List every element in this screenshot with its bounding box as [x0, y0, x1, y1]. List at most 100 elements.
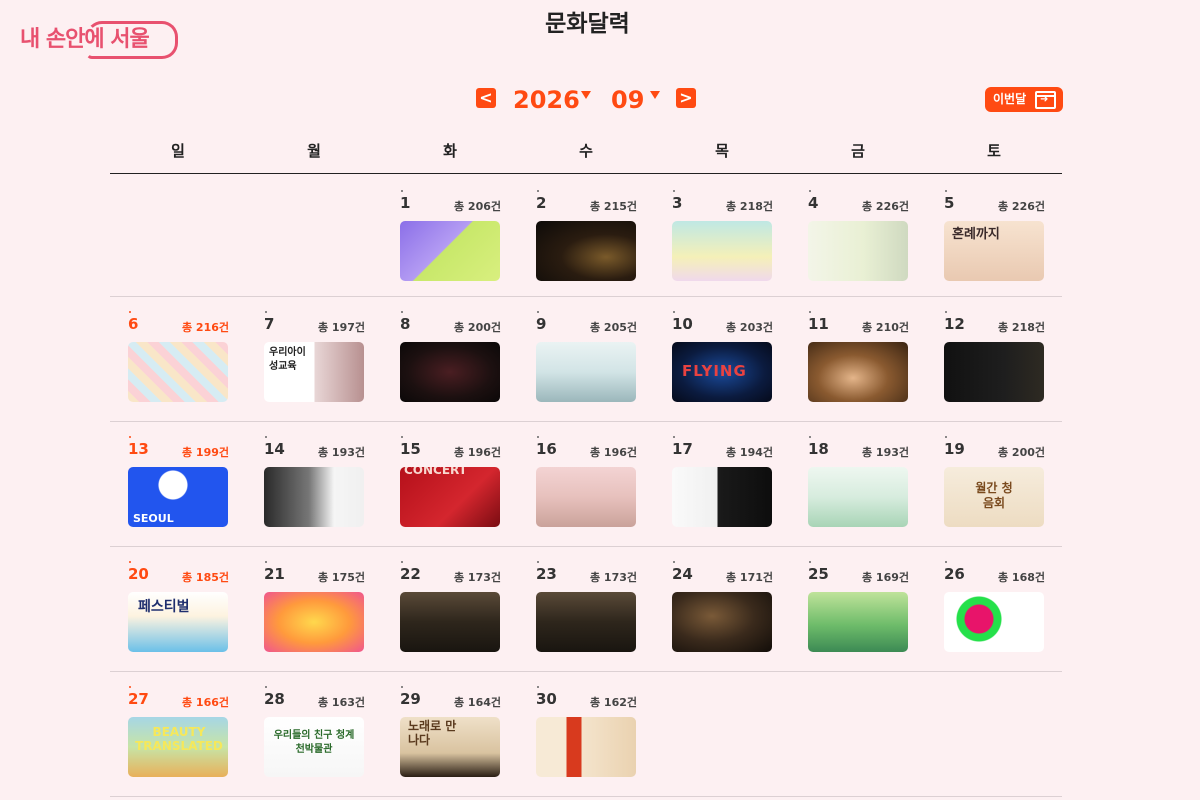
event-thumbnail[interactable]: 노래로 만나다: [400, 717, 500, 777]
calendar-day-13[interactable]: 13 총 199건 SEOUL: [110, 422, 246, 546]
calendar-day-16[interactable]: 16 총 196건: [518, 422, 654, 546]
event-thumbnail[interactable]: FLYING: [672, 342, 772, 402]
event-thumbnail[interactable]: [536, 592, 636, 652]
event-thumbnail[interactable]: 우리아이 성교육: [264, 342, 364, 402]
event-count[interactable]: 총 162건: [590, 694, 637, 710]
calendar-day-14[interactable]: 14 총 193건: [246, 422, 382, 546]
event-count[interactable]: 총 169건: [862, 569, 909, 585]
event-thumbnail[interactable]: [808, 592, 908, 652]
calendar-day-8[interactable]: 8 총 200건: [382, 297, 518, 421]
event-count[interactable]: 총 166건: [182, 694, 229, 710]
calendar-day-11[interactable]: 11 총 210건: [790, 297, 926, 421]
calendar-empty-cell: [790, 672, 926, 796]
event-thumbnail[interactable]: [400, 592, 500, 652]
event-thumbnail[interactable]: [400, 342, 500, 402]
event-thumbnail[interactable]: [128, 342, 228, 402]
event-thumbnail[interactable]: [672, 221, 772, 281]
event-count[interactable]: 총 200건: [998, 444, 1045, 460]
month-navigator: < 2026 09 >: [476, 86, 706, 116]
event-count[interactable]: 총 215건: [590, 198, 637, 214]
event-thumbnail[interactable]: 월간 청음회: [944, 467, 1044, 527]
event-count[interactable]: 총 173건: [590, 569, 637, 585]
calendar-day-24[interactable]: 24 총 171건: [654, 547, 790, 671]
calendar-day-5[interactable]: 5 총 226건 혼례까지: [926, 176, 1062, 296]
calendar-day-22[interactable]: 22 총 173건: [382, 547, 518, 671]
event-count[interactable]: 총 226건: [998, 198, 1045, 214]
calendar-day-3[interactable]: 3 총 218건: [654, 176, 790, 296]
calendar-day-30[interactable]: 30 총 162건: [518, 672, 654, 796]
calendar-day-20[interactable]: 20 총 185건 페스티벌: [110, 547, 246, 671]
calendar-day-28[interactable]: 28 총 163건 우리들의 친구 청계천박물관: [246, 672, 382, 796]
event-thumbnail[interactable]: [672, 592, 772, 652]
event-count[interactable]: 총 210건: [862, 319, 909, 335]
calendar-day-15[interactable]: 15 총 196건 CONCERT: [382, 422, 518, 546]
calendar-day-26[interactable]: 26 총 168건: [926, 547, 1062, 671]
event-thumbnail[interactable]: [536, 221, 636, 281]
event-count[interactable]: 총 185건: [182, 569, 229, 585]
calendar-day-17[interactable]: 17 총 194건: [654, 422, 790, 546]
event-count[interactable]: 총 194건: [726, 444, 773, 460]
event-thumbnail[interactable]: [264, 592, 364, 652]
event-count[interactable]: 총 197건: [318, 319, 365, 335]
month-dropdown-caret-icon[interactable]: [650, 91, 660, 99]
event-count[interactable]: 총 171건: [726, 569, 773, 585]
event-thumbnail[interactable]: [264, 467, 364, 527]
event-thumbnail[interactable]: [944, 342, 1044, 402]
this-month-button[interactable]: 이번달: [985, 87, 1063, 112]
event-thumbnail[interactable]: [536, 717, 636, 777]
event-thumbnail[interactable]: [536, 467, 636, 527]
event-count[interactable]: 총 205건: [590, 319, 637, 335]
event-thumbnail[interactable]: SEOUL: [128, 467, 228, 527]
event-thumbnail[interactable]: 우리들의 친구 청계천박물관: [264, 717, 364, 777]
event-thumbnail[interactable]: [808, 221, 908, 281]
event-count[interactable]: 총 196건: [454, 444, 501, 460]
next-month-button[interactable]: >: [676, 88, 696, 108]
event-count[interactable]: 총 193건: [318, 444, 365, 460]
event-thumbnail[interactable]: [808, 467, 908, 527]
calendar-day-27[interactable]: 27 총 166건 BEAUTY TRANSLATED: [110, 672, 246, 796]
event-count[interactable]: 총 216건: [182, 319, 229, 335]
event-count[interactable]: 총 193건: [862, 444, 909, 460]
event-thumbnail[interactable]: 혼례까지: [944, 221, 1044, 281]
calendar-day-21[interactable]: 21 총 175건: [246, 547, 382, 671]
calendar-day-12[interactable]: 12 총 218건: [926, 297, 1062, 421]
event-count[interactable]: 총 218건: [998, 319, 1045, 335]
calendar-day-29[interactable]: 29 총 164건 노래로 만나다: [382, 672, 518, 796]
year-dropdown-caret-icon[interactable]: [581, 91, 591, 99]
event-thumbnail[interactable]: [944, 592, 1044, 652]
event-count[interactable]: 총 199건: [182, 444, 229, 460]
event-count[interactable]: 총 163건: [318, 694, 365, 710]
event-thumbnail[interactable]: [400, 221, 500, 281]
year-select[interactable]: 2026: [513, 86, 580, 114]
calendar-day-4[interactable]: 4 총 226건: [790, 176, 926, 296]
event-thumbnail[interactable]: CONCERT: [400, 467, 500, 527]
month-select[interactable]: 09: [611, 86, 644, 114]
prev-month-button[interactable]: <: [476, 88, 496, 108]
weekday-header: 일 월 화 수 목 금 토: [110, 140, 1062, 174]
calendar-day-2[interactable]: 2 총 215건: [518, 176, 654, 296]
calendar-day-18[interactable]: 18 총 193건: [790, 422, 926, 546]
calendar-day-25[interactable]: 25 총 169건: [790, 547, 926, 671]
event-thumbnail[interactable]: BEAUTY TRANSLATED: [128, 717, 228, 777]
event-thumbnail[interactable]: [672, 467, 772, 527]
event-count[interactable]: 총 226건: [862, 198, 909, 214]
event-thumbnail[interactable]: [536, 342, 636, 402]
calendar-day-19[interactable]: 19 총 200건 월간 청음회: [926, 422, 1062, 546]
calendar-day-23[interactable]: 23 총 173건: [518, 547, 654, 671]
calendar-day-10[interactable]: 10 총 203건 FLYING: [654, 297, 790, 421]
event-count[interactable]: 총 218건: [726, 198, 773, 214]
event-count[interactable]: 총 164건: [454, 694, 501, 710]
event-count[interactable]: 총 203건: [726, 319, 773, 335]
event-count[interactable]: 총 173건: [454, 569, 501, 585]
event-count[interactable]: 총 196건: [590, 444, 637, 460]
calendar-day-6[interactable]: 6 총 216건: [110, 297, 246, 421]
calendar-day-1[interactable]: 1 총 206건: [382, 176, 518, 296]
event-count[interactable]: 총 200건: [454, 319, 501, 335]
event-count[interactable]: 총 175건: [318, 569, 365, 585]
event-count[interactable]: 총 168건: [998, 569, 1045, 585]
event-count[interactable]: 총 206건: [454, 198, 501, 214]
event-thumbnail[interactable]: [808, 342, 908, 402]
calendar-day-7[interactable]: 7 총 197건 우리아이 성교육: [246, 297, 382, 421]
event-thumbnail[interactable]: 페스티벌: [128, 592, 228, 652]
calendar-day-9[interactable]: 9 총 205건: [518, 297, 654, 421]
